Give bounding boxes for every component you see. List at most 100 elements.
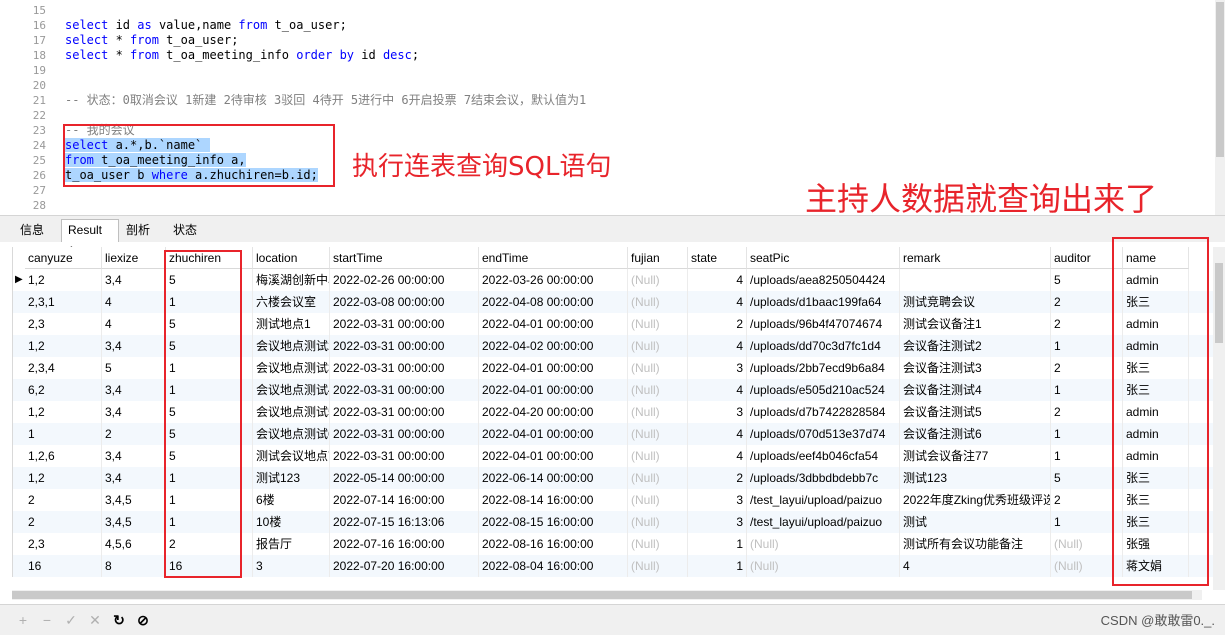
apply-icon[interactable]: ✓: [62, 611, 80, 629]
cell-liexize[interactable]: 3,4: [102, 379, 166, 401]
add-row-icon[interactable]: +: [14, 611, 32, 629]
cell-state[interactable]: 2: [688, 313, 747, 335]
cell-liexize[interactable]: 8: [102, 555, 166, 577]
cell-seatpic[interactable]: /uploads/dd70c3d7fc1d4: [747, 335, 900, 357]
cell-seatpic[interactable]: /uploads/3dbbdbdebb7c: [747, 467, 900, 489]
cell-remark[interactable]: 测试: [900, 511, 1051, 533]
editor-scrollbar[interactable]: [1215, 0, 1225, 215]
code-line[interactable]: select * from t_oa_meeting_info order by…: [65, 48, 419, 63]
cell-endtime[interactable]: 2022-04-01 00:00:00: [479, 379, 628, 401]
cell-starttime[interactable]: 2022-03-31 00:00:00: [330, 313, 479, 335]
cell-location[interactable]: 会议地点测试5: [253, 401, 330, 423]
cell-canyuze[interactable]: 1: [25, 423, 102, 445]
sql-editor[interactable]: 15 16 17 18 19 20 21 22 23 24 25 26 27 28 select id a…: [0, 0, 1225, 215]
grid-scroll-thumb[interactable]: [1215, 263, 1223, 343]
stop-icon[interactable]: ⊘: [134, 611, 152, 629]
cell-canyuze[interactable]: 1,2: [25, 401, 102, 423]
cell-endtime[interactable]: 2022-08-14 16:00:00: [479, 489, 628, 511]
cell-canyuze[interactable]: 1,2,6: [25, 445, 102, 467]
tab-信息[interactable]: 信息: [14, 220, 54, 241]
cell-liexize[interactable]: 3,4: [102, 467, 166, 489]
cell-endtime[interactable]: 2022-04-02 00:00:00: [479, 335, 628, 357]
column-header-location[interactable]: location: [253, 247, 330, 269]
cell-starttime[interactable]: 2022-03-08 00:00:00: [330, 291, 479, 313]
code-line[interactable]: select * from t_oa_user;: [65, 33, 238, 48]
cell-remark[interactable]: 测试竞聘会议: [900, 291, 1051, 313]
column-header-remark[interactable]: remark: [900, 247, 1051, 269]
cell-starttime[interactable]: 2022-03-31 00:00:00: [330, 335, 479, 357]
cell-starttime[interactable]: 2022-03-31 00:00:00: [330, 401, 479, 423]
cell-state[interactable]: 1: [688, 555, 747, 577]
cell-location[interactable]: 测试会议地点7: [253, 445, 330, 467]
cell-starttime[interactable]: 2022-03-31 00:00:00: [330, 357, 479, 379]
cell-liexize[interactable]: 4: [102, 313, 166, 335]
cell-location[interactable]: 6楼: [253, 489, 330, 511]
cell-liexize[interactable]: 3,4: [102, 445, 166, 467]
cell-state[interactable]: 4: [688, 335, 747, 357]
cell-canyuze[interactable]: 6,2: [25, 379, 102, 401]
cell-liexize[interactable]: 5: [102, 357, 166, 379]
cell-liexize[interactable]: 2: [102, 423, 166, 445]
cell-canyuze[interactable]: 16: [25, 555, 102, 577]
cell-canyuze[interactable]: 1,2: [25, 335, 102, 357]
cell-starttime[interactable]: 2022-05-14 00:00:00: [330, 467, 479, 489]
cell-remark[interactable]: 会议备注测试6: [900, 423, 1051, 445]
cell-seatpic[interactable]: /uploads/aea8250504424: [747, 269, 900, 291]
cell-remark[interactable]: 会议备注测试5: [900, 401, 1051, 423]
cell-fujian[interactable]: (Null): [628, 533, 688, 555]
cell-fujian[interactable]: (Null): [628, 445, 688, 467]
cell-remark[interactable]: 会议备注测试2: [900, 335, 1051, 357]
cell-liexize[interactable]: 4: [102, 291, 166, 313]
cell-state[interactable]: 3: [688, 489, 747, 511]
cell-canyuze[interactable]: 2: [25, 489, 102, 511]
tab-result-1[interactable]: Result 1: [61, 219, 119, 258]
cell-remark[interactable]: 2022年度Zking优秀班级评选: [900, 489, 1051, 511]
cell-fujian[interactable]: (Null): [628, 357, 688, 379]
cell-fujian[interactable]: (Null): [628, 379, 688, 401]
cell-starttime[interactable]: 2022-07-15 16:13:06: [330, 511, 479, 533]
cell-starttime[interactable]: 2022-02-26 00:00:00: [330, 269, 479, 291]
cell-state[interactable]: 4: [688, 291, 747, 313]
cell-state[interactable]: 1: [688, 533, 747, 555]
column-header-endtime[interactable]: endTime: [479, 247, 628, 269]
column-header-state[interactable]: state: [688, 247, 747, 269]
cell-endtime[interactable]: 2022-04-01 00:00:00: [479, 357, 628, 379]
cell-seatpic[interactable]: /test_layui/upload/paizuo: [747, 511, 900, 533]
cell-endtime[interactable]: 2022-04-01 00:00:00: [479, 445, 628, 467]
cell-starttime[interactable]: 2022-03-31 00:00:00: [330, 379, 479, 401]
cell-location[interactable]: 会议地点测试4: [253, 379, 330, 401]
cell-seatpic[interactable]: /test_layui/upload/paizuo: [747, 489, 900, 511]
column-header-seatpic[interactable]: seatPic: [747, 247, 900, 269]
cell-endtime[interactable]: 2022-06-14 00:00:00: [479, 467, 628, 489]
cell-canyuze[interactable]: 1,2: [25, 467, 102, 489]
cell-fujian[interactable]: (Null): [628, 269, 688, 291]
column-header-starttime[interactable]: startTime: [330, 247, 479, 269]
cell-remark[interactable]: 测试会议备注77: [900, 445, 1051, 467]
cell-seatpic[interactable]: /uploads/eef4b046cfa54: [747, 445, 900, 467]
cell-endtime[interactable]: 2022-04-08 00:00:00: [479, 291, 628, 313]
cell-endtime[interactable]: 2022-04-01 00:00:00: [479, 313, 628, 335]
cell-liexize[interactable]: 3,4: [102, 269, 166, 291]
cell-remark[interactable]: 测试123: [900, 467, 1051, 489]
cell-endtime[interactable]: 2022-03-26 00:00:00: [479, 269, 628, 291]
cell-starttime[interactable]: 2022-07-16 16:00:00: [330, 533, 479, 555]
cell-state[interactable]: 3: [688, 401, 747, 423]
cell-fujian[interactable]: (Null): [628, 423, 688, 445]
grid-hscroll-thumb[interactable]: [12, 591, 1192, 599]
cell-state[interactable]: 2: [688, 467, 747, 489]
column-header-liexize[interactable]: liexize: [102, 247, 166, 269]
cell-fujian[interactable]: (Null): [628, 467, 688, 489]
tab-状态[interactable]: 状态: [167, 220, 209, 241]
cell-remark[interactable]: 会议备注测试4: [900, 379, 1051, 401]
cell-fujian[interactable]: (Null): [628, 511, 688, 533]
cell-fujian[interactable]: (Null): [628, 291, 688, 313]
cell-fujian[interactable]: (Null): [628, 335, 688, 357]
tab-剖析[interactable]: 剖析: [120, 220, 164, 241]
cell-seatpic[interactable]: /uploads/96b4f47074674: [747, 313, 900, 335]
cell-state[interactable]: 3: [688, 511, 747, 533]
cell-remark[interactable]: [900, 269, 1051, 291]
discard-icon[interactable]: ✕: [86, 611, 104, 629]
cell-seatpic[interactable]: /uploads/d7b7422828584: [747, 401, 900, 423]
cell-state[interactable]: 4: [688, 423, 747, 445]
cell-starttime[interactable]: 2022-07-20 16:00:00: [330, 555, 479, 577]
